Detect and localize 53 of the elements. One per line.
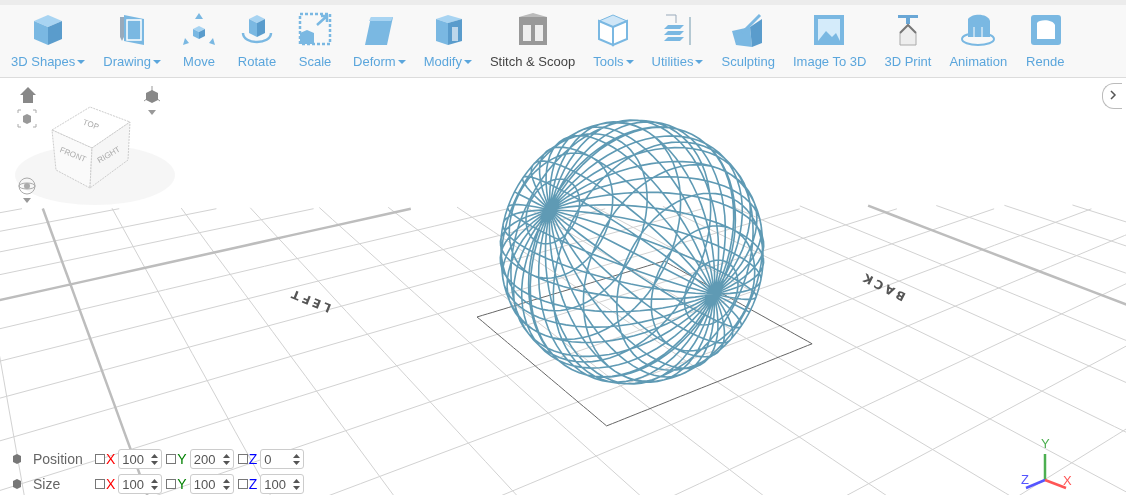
toolbar-button[interactable]: Rotate xyxy=(237,5,277,77)
toolbar-button[interactable]: Drawing xyxy=(103,5,161,77)
spinner-icon[interactable] xyxy=(293,453,301,465)
toolbar-button[interactable]: Stitch & Scoop xyxy=(489,5,576,77)
toolbar-button[interactable]: 3D Print xyxy=(884,5,932,77)
axis-checkbox[interactable] xyxy=(95,454,105,464)
toolbar-button[interactable]: Modify xyxy=(423,5,472,77)
spinner-icon[interactable] xyxy=(151,478,159,490)
perspective-icon[interactable] xyxy=(143,85,161,115)
panel-toggle-button[interactable] xyxy=(1102,83,1122,109)
axis-label: Y xyxy=(1041,436,1050,451)
toolbar-button[interactable]: Move xyxy=(179,5,219,77)
axis-label: Y xyxy=(177,476,187,492)
home-icon[interactable] xyxy=(20,87,36,103)
toolbar-button[interactable]: Animation xyxy=(949,5,1008,77)
spinner-icon[interactable] xyxy=(151,453,159,465)
toolbar-button[interactable]: Sculpting xyxy=(721,5,775,77)
axis-label: X xyxy=(1063,473,1072,488)
number-field[interactable]: 100 xyxy=(260,474,305,494)
axis-label: Y xyxy=(177,451,187,467)
number-field[interactable]: 100 xyxy=(118,474,163,494)
size-icon xyxy=(10,477,24,491)
toolbar-button[interactable]: 3D Shapes xyxy=(11,5,86,77)
toolbar-button[interactable]: Tools xyxy=(593,5,634,77)
row-label: Position xyxy=(32,451,84,467)
axis-label: X xyxy=(106,451,116,467)
wireframe-sphere-drawing[interactable] xyxy=(499,119,765,385)
axis-checkbox[interactable] xyxy=(237,454,248,464)
toolbar-button[interactable]: Deform xyxy=(353,5,406,77)
axis-checkbox[interactable] xyxy=(95,479,105,489)
spinner-icon[interactable] xyxy=(222,478,230,490)
row-label: Size xyxy=(32,476,62,492)
axis-label: Z xyxy=(248,451,258,467)
axis-checkbox[interactable] xyxy=(166,454,177,464)
axis-label: X xyxy=(106,476,116,492)
axis-checkbox[interactable] xyxy=(237,479,248,489)
number-field[interactable]: 200 xyxy=(189,449,234,469)
number-field[interactable]: 0 xyxy=(260,449,305,469)
toolbar-button[interactable]: Rende xyxy=(1025,5,1066,77)
axis-label: Z xyxy=(1021,472,1029,487)
spinner-icon[interactable] xyxy=(293,478,301,490)
cube-face-label: TOP xyxy=(81,117,101,132)
number-field[interactable]: 100 xyxy=(189,474,234,494)
axis-label: Z xyxy=(248,476,258,492)
toolbar-button[interactable]: Image To 3D xyxy=(792,5,867,77)
position-icon xyxy=(10,452,24,466)
orbit-icon[interactable] xyxy=(18,177,36,203)
number-field[interactable]: 100 xyxy=(118,449,163,469)
axis-checkbox[interactable] xyxy=(166,479,177,489)
toolbar-button[interactable]: Scale xyxy=(295,5,335,77)
spinner-icon[interactable] xyxy=(222,453,230,465)
toolbar-button[interactable]: Utilities xyxy=(651,5,704,77)
fit-view-icon[interactable] xyxy=(17,109,37,128)
